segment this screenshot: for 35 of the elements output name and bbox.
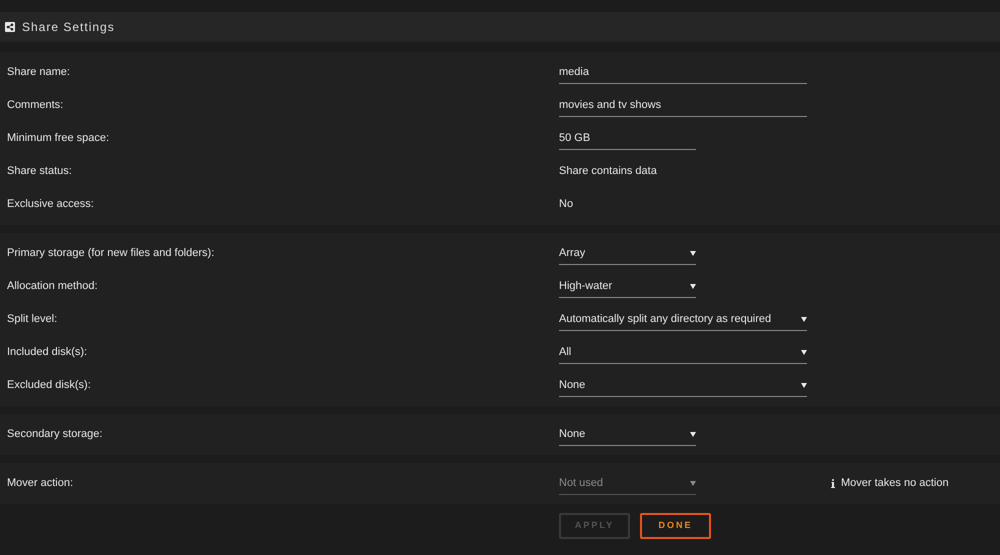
dropdown[interactable]: Array — [559, 242, 696, 264]
field-label: Allocation method: — [6, 279, 98, 294]
field-label: Comments: — [6, 98, 64, 114]
info-icon — [831, 479, 835, 488]
field-label: Split level: — [6, 312, 58, 328]
field-value: No — [559, 197, 574, 212]
dropdown[interactable]: Automatically split any directory as required — [559, 308, 807, 330]
field-label: Secondary storage: — [6, 427, 104, 442]
input-field[interactable]: media — [559, 62, 807, 84]
dropdown[interactable]: All — [559, 342, 807, 364]
action-button[interactable]: DONE — [640, 513, 711, 539]
caret-icon — [801, 350, 807, 354]
caret-icon — [801, 316, 807, 322]
caret-icon — [690, 250, 696, 256]
note-text: Mover takes no action — [841, 476, 949, 492]
field-label: Excluded disk(s): — [6, 378, 92, 394]
caret-icon — [690, 480, 696, 486]
share-icon — [5, 22, 15, 32]
panel-title: Share Settings — [22, 19, 115, 36]
field-label: Share name: — [6, 65, 71, 80]
field-value: Share contains data — [559, 164, 657, 180]
input-field[interactable]: 50 GB — [559, 128, 696, 150]
caret-icon — [690, 284, 696, 288]
caret-icon — [801, 382, 807, 388]
field-label: Minimum free space: — [6, 131, 110, 146]
caret-icon — [690, 432, 696, 436]
field-label: Share status: — [6, 164, 73, 180]
input-field[interactable]: movies and tv shows — [559, 94, 807, 116]
field-label: Primary storage (for new files and folders): — [6, 246, 216, 262]
dropdown[interactable]: High-water — [559, 276, 696, 298]
field-label: Exclusive access: — [6, 197, 95, 212]
field-label: Included disk(s): — [6, 345, 88, 360]
dropdown[interactable]: None — [559, 424, 696, 446]
dropdown[interactable]: None — [559, 374, 807, 396]
field-label: Mover action: — [6, 476, 74, 492]
